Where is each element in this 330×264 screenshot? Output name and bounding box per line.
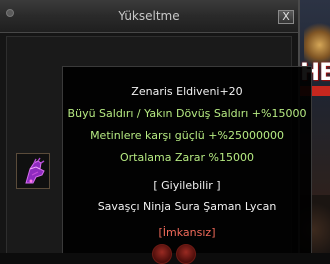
class-list: Savaşçı Ninja Sura Şaman Lycan xyxy=(97,200,277,213)
item-tooltip: Zenaris Eldiveni+20 Büyü Saldırı / Yakın… xyxy=(62,66,312,253)
orb-icon xyxy=(176,244,196,264)
item-slot[interactable] xyxy=(16,153,50,189)
item-bonus: Ortalama Zarar %15000 xyxy=(120,151,254,164)
item-bonus: Büyü Saldırı / Yakın Dövüş Saldırı +%150… xyxy=(67,107,307,120)
window-title: Yükseltme xyxy=(118,9,180,23)
close-button[interactable]: X xyxy=(278,10,294,24)
item-bonus: Metinlere karşı güçlü +%25000000 xyxy=(90,129,284,142)
status-text: [İmkansız] xyxy=(158,226,216,239)
orb-icon xyxy=(152,244,172,264)
item-name: Zenaris Eldiveni+20 xyxy=(131,85,243,98)
window-titlebar[interactable]: Yükseltme X xyxy=(0,0,298,33)
glove-icon xyxy=(25,157,45,184)
wearable-label: [ Giyilebilir ] xyxy=(153,179,221,192)
